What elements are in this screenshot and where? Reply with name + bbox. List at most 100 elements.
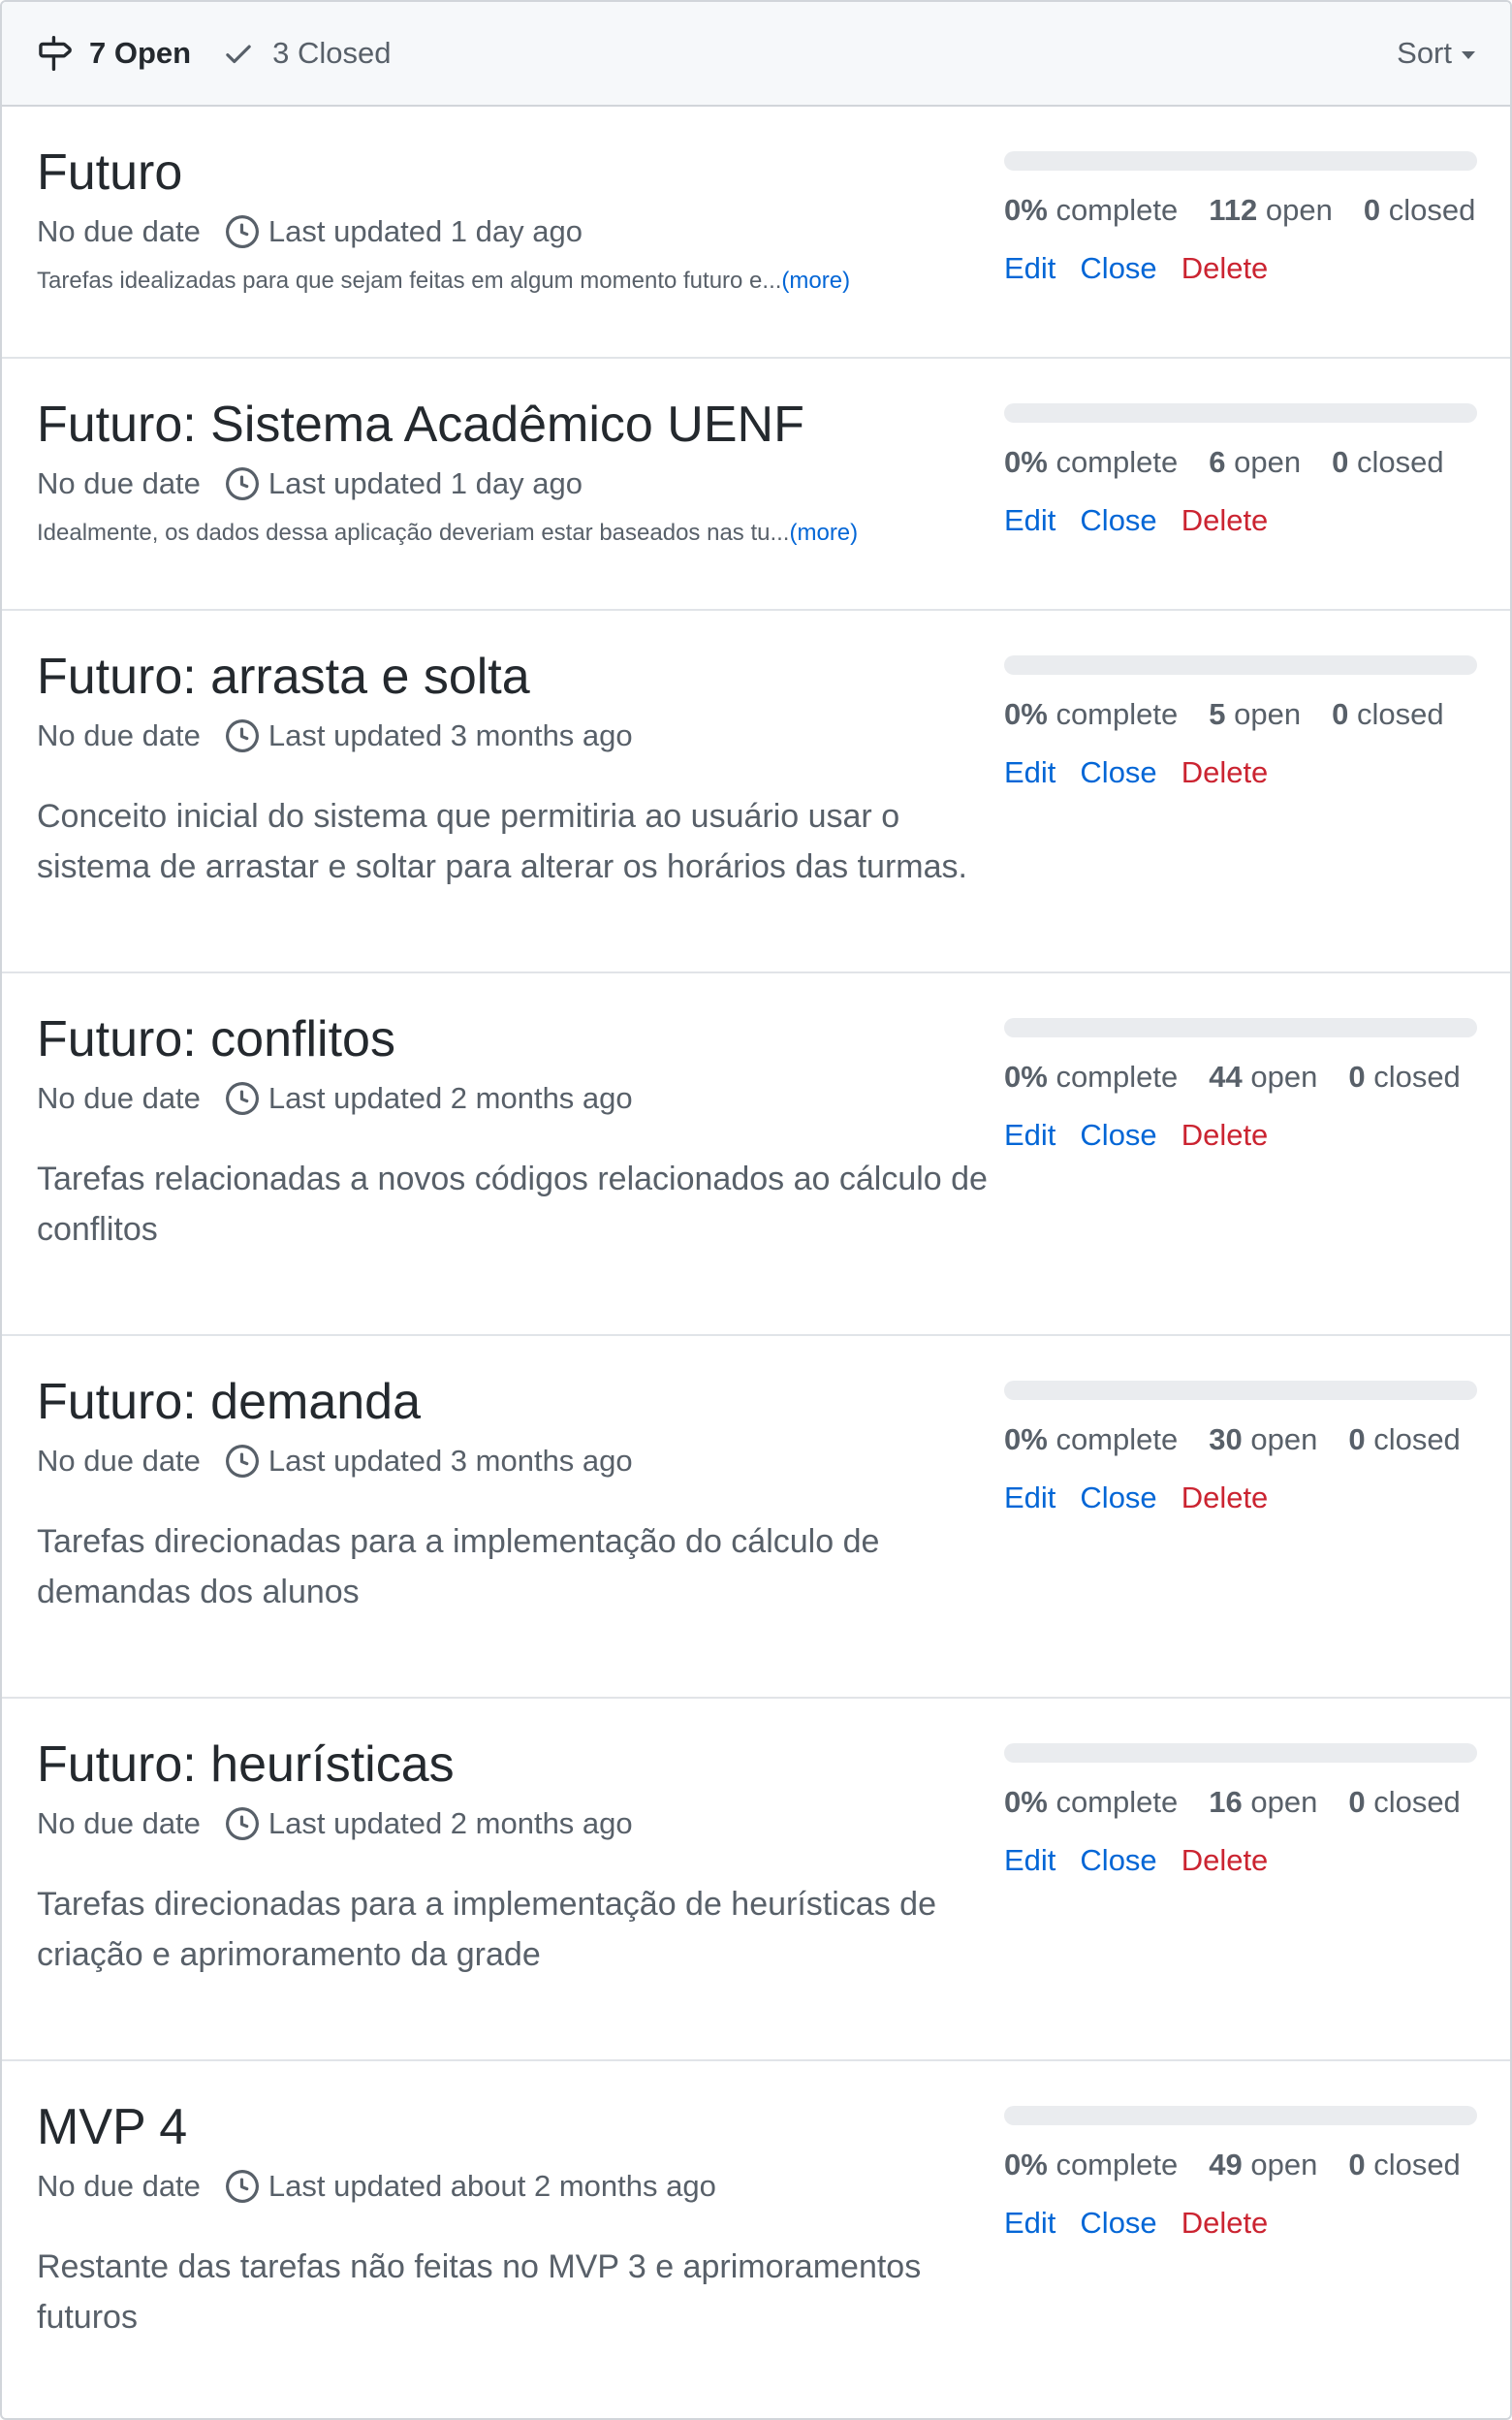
percent-complete: 0% complete [1004,445,1179,479]
clock-icon [225,1082,259,1115]
closed-issues-count[interactable]: 0 closed [1348,2145,1460,2185]
percent-complete: 0% complete [1004,1422,1179,1456]
progress-bar [1004,1381,1477,1400]
close-link[interactable]: Close [1080,1115,1156,1156]
edit-link[interactable]: Edit [1004,1478,1055,1518]
description-text: Tarefas idealizadas para que sejam feita… [37,268,782,294]
last-updated: Last updated 2 months ago [268,1081,633,1115]
closed-issues-count[interactable]: 0 closed [1348,1419,1460,1460]
milestone-title[interactable]: Futuro: Sistema Acadêmico UENF [37,394,1006,456]
edit-link[interactable]: Edit [1004,500,1055,541]
percent-complete: 0% complete [1004,2148,1179,2181]
more-link[interactable]: (more) [781,268,850,294]
due-date: No due date [37,1444,201,1478]
sort-label: Sort [1397,36,1452,70]
edit-link[interactable]: Edit [1004,1115,1055,1156]
closed-issues-count[interactable]: 0 closed [1332,442,1443,483]
last-updated: Last updated 3 months ago [268,1444,633,1478]
closed-issues-count[interactable]: 0 closed [1364,190,1475,231]
percent-complete: 0% complete [1004,193,1179,227]
sort-dropdown[interactable]: Sort [1397,36,1475,71]
milestones-header: 7 Open 3 Closed Sort [2,2,1510,107]
milestone-description: Tarefas relacionadas a novos códigos rel… [37,1161,988,1248]
close-link[interactable]: Close [1080,752,1156,793]
milestones-box: 7 Open 3 Closed Sort Futuro No due date … [0,0,1512,2420]
description-text: Idealmente, os dados dessa aplicação dev… [37,520,790,546]
milestone-description: Idealmente, os dados dessa aplicação dev… [37,518,1006,549]
milestone-row: Futuro: demanda No due date Last updated… [2,1336,1510,1699]
closed-milestones-link[interactable]: 3 Closed [222,36,391,71]
closed-issues-count[interactable]: 0 closed [1348,1057,1460,1098]
progress-bar [1004,655,1477,675]
close-link[interactable]: Close [1080,500,1156,541]
close-link[interactable]: Close [1080,1840,1156,1881]
close-link[interactable]: Close [1080,2203,1156,2244]
milestone-list: Futuro No due date Last updated 1 day ag… [2,107,1510,2418]
edit-link[interactable]: Edit [1004,752,1055,793]
open-issues-count[interactable]: 6 open [1209,442,1301,483]
delete-link[interactable]: Delete [1181,1478,1269,1518]
clock-icon [225,1445,259,1478]
progress-bar [1004,2106,1477,2125]
open-issues-count[interactable]: 30 open [1209,1419,1317,1460]
edit-link[interactable]: Edit [1004,1840,1055,1881]
milestone-description: Tarefas direcionadas para a implementaçã… [37,1523,880,1610]
milestone-title[interactable]: Futuro: heurísticas [37,1734,1006,1796]
milestone-title[interactable]: Futuro: demanda [37,1371,1006,1433]
due-date: No due date [37,2169,201,2203]
edit-link[interactable]: Edit [1004,248,1055,289]
milestone-title[interactable]: Futuro: arrasta e solta [37,646,1006,708]
progress-bar [1004,1018,1477,1037]
progress-bar [1004,403,1477,423]
closed-issues-count[interactable]: 0 closed [1348,1782,1460,1823]
clock-icon [225,467,259,500]
close-link[interactable]: Close [1080,1478,1156,1518]
milestone-row: MVP 4 No due date Last updated about 2 m… [2,2061,1510,2418]
clock-icon [225,719,259,752]
clock-icon [225,2170,259,2203]
more-link[interactable]: (more) [789,520,858,546]
open-issues-count[interactable]: 5 open [1209,694,1301,735]
milestone-title[interactable]: Futuro [37,142,1006,204]
due-date: No due date [37,1806,201,1840]
milestone-row: Futuro: heurísticas No due date Last upd… [2,1699,1510,2061]
delete-link[interactable]: Delete [1181,1115,1269,1156]
open-issues-count[interactable]: 49 open [1209,2145,1317,2185]
open-issues-count[interactable]: 16 open [1209,1782,1317,1823]
delete-link[interactable]: Delete [1181,752,1269,793]
last-updated: Last updated about 2 months ago [268,2169,716,2203]
due-date: No due date [37,1081,201,1115]
milestone-description: Tarefas direcionadas para a implementaçã… [37,1886,936,1973]
last-updated: Last updated 1 day ago [268,466,583,500]
close-link[interactable]: Close [1080,248,1156,289]
last-updated: Last updated 2 months ago [268,1806,633,1840]
closed-issues-count[interactable]: 0 closed [1332,694,1443,735]
milestone-row: Futuro: Sistema Acadêmico UENF No due da… [2,359,1510,611]
last-updated: Last updated 3 months ago [268,718,633,752]
delete-link[interactable]: Delete [1181,1840,1269,1881]
milestone-description: Conceito inicial do sistema que permitir… [37,798,967,885]
percent-complete: 0% complete [1004,1785,1179,1819]
delete-link[interactable]: Delete [1181,2203,1269,2244]
open-milestones-link[interactable]: 7 Open [37,36,191,71]
delete-link[interactable]: Delete [1181,248,1269,289]
delete-link[interactable]: Delete [1181,500,1269,541]
caret-down-icon [1462,50,1475,59]
milestone-description: Restante das tarefas não feitas no MVP 3… [37,2248,922,2336]
milestone-row: Futuro: conflitos No due date Last updat… [2,973,1510,1336]
progress-bar [1004,1743,1477,1763]
open-issues-count[interactable]: 44 open [1209,1057,1317,1098]
milestone-description: Tarefas idealizadas para que sejam feita… [37,266,1006,297]
milestone-icon [39,36,72,71]
progress-bar [1004,151,1477,171]
last-updated: Last updated 1 day ago [268,214,583,248]
milestone-title[interactable]: Futuro: conflitos [37,1008,1006,1070]
percent-complete: 0% complete [1004,1060,1179,1094]
percent-complete: 0% complete [1004,697,1179,731]
clock-icon [225,215,259,248]
milestone-row: Futuro: arrasta e solta No due date Last… [2,611,1510,973]
milestone-title[interactable]: MVP 4 [37,2096,1006,2158]
edit-link[interactable]: Edit [1004,2203,1055,2244]
milestone-row: Futuro No due date Last updated 1 day ag… [2,107,1510,359]
open-issues-count[interactable]: 112 open [1209,190,1333,231]
